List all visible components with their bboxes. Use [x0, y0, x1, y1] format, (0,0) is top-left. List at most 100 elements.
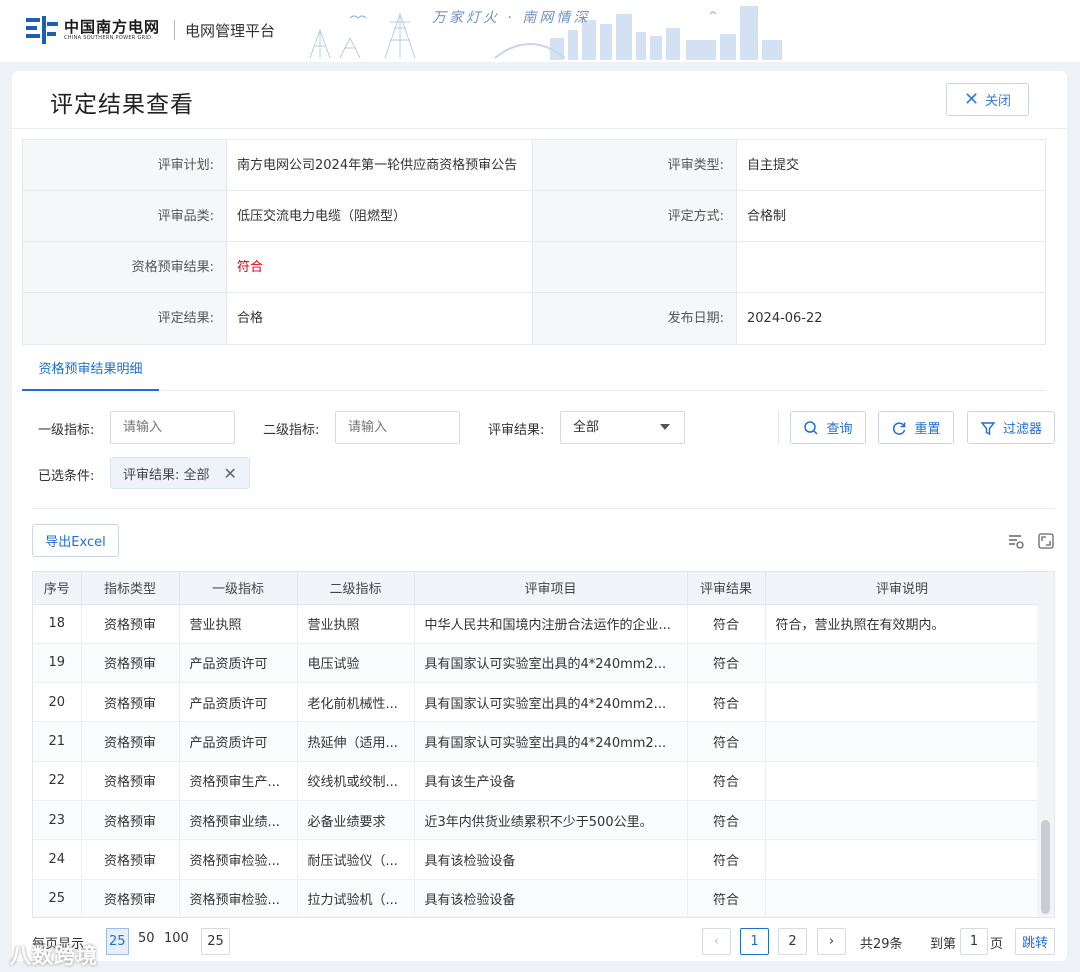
cell-index: 18 [33, 604, 82, 644]
cell-type: 资格预审 [81, 800, 180, 841]
jump-button[interactable]: 跳转 [1015, 928, 1055, 955]
cell-index: 19 [33, 643, 82, 684]
tab-bar: 资格预审结果明细 [22, 353, 1046, 391]
table-row[interactable]: 22 资格预审 资格预审生产... 绞线机或绞制... 具有该生产设备 符合 [33, 761, 1040, 801]
method-value: 合格制 [747, 209, 787, 224]
table-row[interactable]: 24 资格预审 资格预审检验... 耐压试验仪（... 具有该检验设备 符合 [33, 839, 1040, 880]
cell-result: 符合 [687, 721, 766, 762]
cell-level1: 产品资质许可 [179, 682, 298, 723]
tab-prequal-detail[interactable]: 资格预审结果明细 [22, 353, 159, 391]
level1-label: 一级指标: [38, 423, 95, 438]
cell-level2: 热延伸（适用... [297, 721, 415, 762]
table-row[interactable]: 18 资格预审 营业执照 营业执照 中华人民共和国境内注册合法运作的企业... … [33, 604, 1040, 644]
review-type-value: 自主提交 [747, 158, 800, 173]
cell-type: 资格预审 [81, 879, 180, 917]
next-page-button[interactable]: › [817, 928, 846, 955]
scrollbar-thumb[interactable] [1041, 820, 1050, 914]
cell-index: 21 [33, 721, 82, 762]
category-value: 低压交流电力电缆（阻燃型） [227, 191, 533, 241]
table-row[interactable]: 25 资格预审 资格预审检验... 拉力试验机（... 具有该检验设备 符合 [33, 879, 1040, 917]
remove-condition-icon[interactable]: ✕ [224, 464, 237, 483]
funnel-icon [980, 421, 996, 435]
slogan: 万家灯火 · 南网情深 [432, 10, 591, 26]
result-select[interactable]: 全部 [560, 411, 685, 444]
export-excel-button[interactable]: 导出Excel [32, 524, 119, 557]
condition-chip-label: 评审结果: 全部 [123, 467, 210, 483]
table-header-row: 序号 指标类型 一级指标 二级指标 评审项目 评审结果 评审说明 [33, 572, 1040, 605]
column-header-level2[interactable]: 二级指标 [297, 572, 415, 605]
page-1-button[interactable]: 1 [740, 928, 769, 955]
cell-result: 符合 [687, 761, 766, 801]
close-button[interactable]: ✕ 关闭 [946, 83, 1029, 116]
cell-type: 资格预审 [81, 721, 180, 762]
column-header-item[interactable]: 评审项目 [414, 572, 688, 605]
column-header-note[interactable]: 评审说明 [765, 572, 1040, 605]
org-name: 中国南方电网 [64, 17, 161, 36]
cell-level1: 资格预审检验... [179, 879, 298, 917]
cell-index: 22 [33, 761, 82, 801]
org-name-en: CHINA SOUTHERN POWER GRID [64, 34, 152, 41]
refresh-icon [893, 421, 906, 435]
section-divider [32, 508, 1055, 509]
cell-type: 资格预审 [81, 839, 180, 880]
fullscreen-icon[interactable] [1037, 532, 1055, 550]
cell-index: 25 [33, 879, 82, 917]
cell-result: 符合 [687, 682, 766, 723]
close-button-label: 关闭 [985, 94, 1012, 109]
cell-note [765, 839, 1040, 880]
page-size-option-50[interactable]: 50 [138, 931, 155, 946]
cell-level1: 产品资质许可 [179, 643, 298, 684]
column-settings-icon[interactable] [1007, 532, 1025, 550]
cell-item: 具有该检验设备 [414, 839, 688, 880]
result-value: 合格 [227, 293, 533, 344]
cell-note [765, 761, 1040, 801]
cell-item: 具有该检验设备 [414, 879, 688, 917]
filter-button[interactable]: 过滤器 [967, 411, 1055, 444]
column-header-type[interactable]: 指标类型 [81, 572, 180, 605]
top-header: 中国南方电网 CHINA SOUTHERN POWER GRID 电网管理平台 [0, 0, 1080, 62]
table-row[interactable]: 23 资格预审 资格预审业绩... 必备业绩要求 近3年内供货业绩累积不少于50… [33, 800, 1040, 841]
cell-item: 近3年内供货业绩累积不少于500公里。 [414, 800, 688, 841]
column-header-level1[interactable]: 一级指标 [179, 572, 298, 605]
result-label: 评定结果: [23, 293, 227, 344]
table-scrollbar[interactable] [1037, 572, 1054, 917]
plan-value: 南方电网公司2024年第一轮供应商资格预审公告 [227, 140, 533, 190]
empty-value [737, 242, 1045, 292]
prev-page-button[interactable]: ‹ [702, 928, 731, 955]
cell-level1: 营业执照 [179, 604, 298, 644]
page-size-option-25[interactable]: 25 [106, 928, 129, 955]
cell-item: 中华人民共和国境内注册合法运作的企业... [414, 604, 688, 644]
cell-result: 符合 [687, 800, 766, 841]
result-filter-label: 评审结果: [488, 423, 545, 438]
cell-result: 符合 [687, 879, 766, 917]
cell-type: 资格预审 [81, 761, 180, 801]
table-row[interactable]: 21 资格预审 产品资质许可 热延伸（适用... 具有国家认可实验室出具的4*2… [33, 721, 1040, 762]
column-header-result[interactable]: 评审结果 [687, 572, 766, 605]
cell-item: 具有该生产设备 [414, 761, 688, 801]
result-table: 序号 指标类型 一级指标 二级指标 评审项目 评审结果 评审说明 18 资格预审… [32, 571, 1055, 918]
cell-item: 具有国家认可实验室出具的4*240mm2... [414, 643, 688, 684]
cell-type: 资格预审 [81, 604, 180, 644]
level2-label: 二级指标: [263, 423, 320, 438]
total-count: 共29条 [860, 936, 903, 952]
info-row: 评审品类: 低压交流电力电缆（阻燃型） 评定方式: 合格制 [23, 191, 1045, 242]
reset-button[interactable]: 重置 [878, 411, 954, 444]
cell-level1: 资格预审检验... [179, 839, 298, 880]
column-header-index[interactable]: 序号 [33, 572, 82, 605]
goto-page-input[interactable]: 1 [960, 928, 988, 955]
platform-name: 电网管理平台 [185, 21, 276, 40]
table-row[interactable]: 20 资格预审 产品资质许可 老化前机械性... 具有国家认可实验室出具的4*2… [33, 682, 1040, 723]
level1-input[interactable] [110, 411, 235, 444]
cell-level1: 产品资质许可 [179, 721, 298, 762]
page-2-button[interactable]: 2 [778, 928, 807, 955]
page-size-select[interactable]: 25 [201, 928, 230, 955]
prequal-value: 符合 [227, 242, 533, 292]
review-type-label: 评审类型: [533, 140, 737, 190]
level2-input[interactable] [335, 411, 460, 444]
table-row[interactable]: 19 资格预审 产品资质许可 电压试验 具有国家认可实验室出具的4*240mm2… [33, 643, 1040, 684]
reset-button-label: 重置 [914, 422, 941, 437]
info-row: 资格预审结果: 符合 [23, 242, 1045, 293]
page-size-option-100[interactable]: 100 [164, 931, 189, 946]
goto-label: 到第 [930, 936, 957, 952]
query-button[interactable]: 查询 [790, 411, 866, 444]
